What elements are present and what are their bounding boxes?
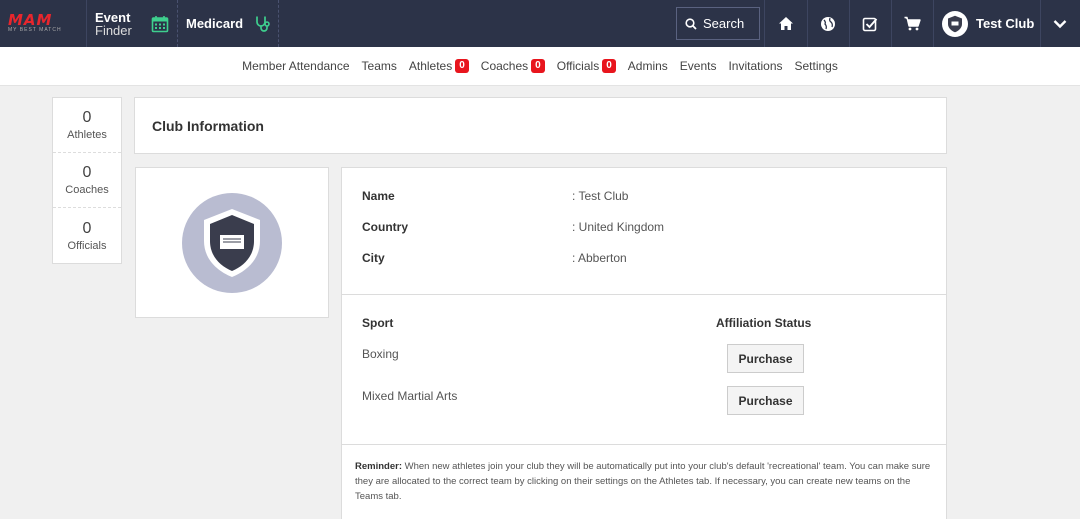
cart-icon[interactable] bbox=[891, 0, 933, 47]
member-stats: 0 Athletes 0 Coaches 0 Officials bbox=[52, 97, 122, 264]
divider bbox=[177, 0, 178, 47]
reminder-text: When new athletes join your club they wi… bbox=[355, 461, 931, 502]
stat-coaches[interactable]: 0 Coaches bbox=[53, 153, 121, 208]
search-label: Search bbox=[703, 16, 745, 31]
club-details-panel: Name : Test Club Country : United Kingdo… bbox=[341, 167, 947, 519]
event-finder-line2: Finder bbox=[95, 22, 132, 38]
tab-teams[interactable]: Teams bbox=[362, 59, 397, 73]
affiliation-column-header: Affiliation Status bbox=[716, 316, 812, 330]
divider bbox=[933, 0, 934, 47]
tab-officials[interactable]: Officials 0 bbox=[557, 59, 616, 73]
officials-count-badge: 0 bbox=[602, 59, 616, 73]
tab-invitations[interactable]: Invitations bbox=[728, 59, 782, 73]
stat-number: 0 bbox=[82, 164, 92, 181]
purchase-mma-button[interactable]: Purchase bbox=[727, 386, 804, 415]
club-avatar bbox=[942, 10, 968, 37]
stat-label: Officials bbox=[67, 239, 107, 252]
page-title: Club Information bbox=[152, 117, 264, 134]
detail-value: : Test Club bbox=[572, 189, 629, 203]
event-finder-line1: Event bbox=[95, 9, 131, 25]
event-finder-link[interactable]: Event Finder bbox=[95, 0, 132, 47]
shield-icon bbox=[204, 208, 260, 277]
home-icon[interactable] bbox=[765, 0, 807, 47]
tab-coaches-label: Coaches bbox=[480, 59, 529, 73]
calendar-icon[interactable] bbox=[150, 0, 170, 47]
tab-athletes-label: Athletes bbox=[408, 59, 453, 73]
divider bbox=[278, 0, 279, 47]
tab-coaches[interactable]: Coaches 0 bbox=[481, 59, 545, 73]
logo-mark: MAM bbox=[8, 11, 53, 29]
tab-member-attendance[interactable]: Member Attendance bbox=[242, 59, 349, 73]
detail-label: Name bbox=[362, 189, 395, 203]
logo-subtitle: MY BEST MATCH bbox=[8, 27, 62, 33]
tab-admins[interactable]: Admins bbox=[628, 59, 668, 73]
club-subnav: Member Attendance Teams Athletes 0 Coach… bbox=[0, 47, 1080, 86]
detail-value: : United Kingdom bbox=[572, 220, 665, 234]
club-logo-panel bbox=[135, 167, 329, 318]
globe-icon[interactable] bbox=[807, 0, 849, 47]
stat-officials[interactable]: 0 Officials bbox=[53, 208, 121, 263]
detail-label: City bbox=[362, 251, 385, 265]
tab-officials-label: Officials bbox=[556, 59, 600, 73]
club-emblem bbox=[182, 192, 282, 293]
tab-settings[interactable]: Settings bbox=[795, 59, 838, 73]
reminder-label: Reminder: bbox=[355, 461, 402, 472]
profile-menu[interactable]: Test Club bbox=[942, 0, 1034, 47]
search-button[interactable]: Search bbox=[676, 7, 760, 40]
search-icon bbox=[685, 17, 697, 30]
tab-athletes[interactable]: Athletes 0 bbox=[409, 59, 469, 73]
chevron-down-icon[interactable] bbox=[1040, 0, 1080, 47]
sport-column-header: Sport bbox=[362, 316, 394, 330]
stat-number: 0 bbox=[82, 109, 92, 126]
coaches-count-badge: 0 bbox=[531, 59, 545, 73]
purchase-boxing-button[interactable]: Purchase bbox=[727, 344, 804, 373]
stat-number: 0 bbox=[82, 219, 92, 237]
brand-logo[interactable]: MAM MY BEST MATCH bbox=[8, 0, 78, 47]
stat-label: Coaches bbox=[65, 184, 109, 196]
sports-affiliation: Sport Affiliation Status Boxing Purchase… bbox=[342, 295, 946, 445]
top-navbar: MAM MY BEST MATCH Event Finder Medicard … bbox=[0, 0, 1080, 47]
checkbox-icon[interactable] bbox=[849, 0, 891, 47]
sport-name: Mixed Martial Arts bbox=[362, 389, 458, 403]
sport-name: Boxing bbox=[362, 347, 399, 361]
stat-label: Athletes bbox=[67, 129, 107, 141]
athletes-count-badge: 0 bbox=[455, 59, 469, 73]
club-information-header: Club Information bbox=[134, 97, 947, 154]
divider bbox=[86, 0, 87, 47]
stethoscope-icon[interactable] bbox=[254, 0, 272, 47]
club-details: Name : Test Club Country : United Kingdo… bbox=[342, 168, 946, 295]
tab-events[interactable]: Events bbox=[680, 59, 717, 73]
reminder-note: Reminder: When new athletes join your cl… bbox=[355, 459, 935, 504]
profile-name: Test Club bbox=[976, 16, 1035, 31]
detail-value: : Abberton bbox=[572, 251, 627, 265]
stat-athletes[interactable]: 0 Athletes bbox=[53, 98, 121, 153]
detail-label: Country bbox=[362, 220, 408, 234]
medicard-link[interactable]: Medicard bbox=[186, 0, 243, 47]
